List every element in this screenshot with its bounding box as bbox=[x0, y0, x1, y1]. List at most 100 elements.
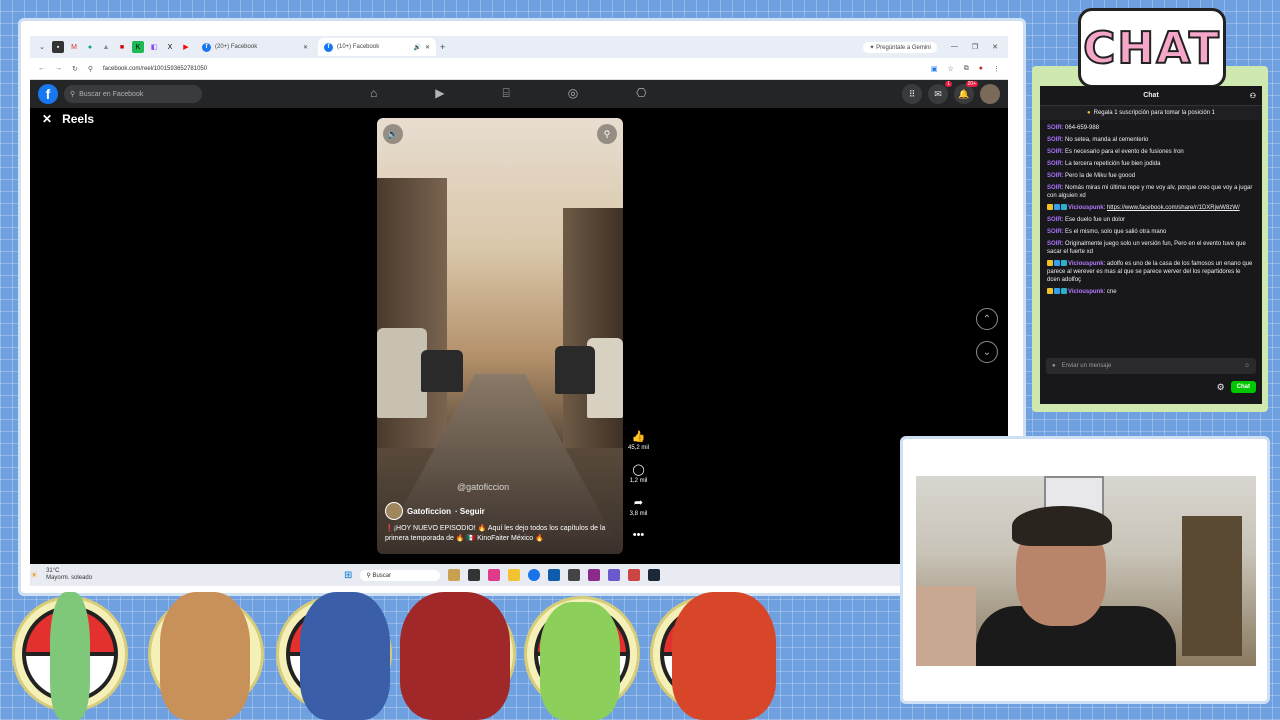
chat-username[interactable]: SOIR bbox=[1047, 161, 1062, 167]
home-icon[interactable]: ⌂ bbox=[370, 86, 377, 101]
url-field[interactable]: facebook.com/reel/1001593652781050 bbox=[103, 66, 921, 72]
chat-username[interactable]: SOIR bbox=[1047, 241, 1062, 247]
menu-grid-icon[interactable]: ⠿ bbox=[902, 84, 922, 104]
manage-users-icon[interactable]: ⚇ bbox=[1250, 92, 1256, 100]
share-button[interactable]: ➦ 3,8 mil bbox=[630, 496, 648, 517]
mute-icon[interactable]: 🔈 bbox=[383, 124, 403, 144]
taskbar-app-icon[interactable] bbox=[628, 569, 641, 581]
close-window-icon[interactable]: ✕ bbox=[992, 43, 998, 51]
pinned-tab-icon[interactable]: K bbox=[132, 41, 144, 53]
tab-list-icon[interactable]: ⌄ bbox=[36, 41, 48, 53]
chat-username[interactable]: Viciouspunk bbox=[1068, 289, 1104, 295]
close-tab-icon[interactable]: ✕ bbox=[303, 44, 308, 51]
share-icon: ➦ bbox=[633, 497, 644, 509]
tab-facebook-1[interactable]: f (20+) Facebook ✕ bbox=[196, 38, 314, 56]
sub-gift-banner[interactable]: ● Regala 1 suscripción para tomar la pos… bbox=[1040, 106, 1262, 120]
cast-icon[interactable]: ▣ bbox=[931, 65, 938, 73]
profile-avatar[interactable]: ● bbox=[979, 65, 983, 72]
taskbar-app-icon[interactable] bbox=[488, 569, 501, 581]
zoroark-figure bbox=[400, 592, 510, 720]
groups-icon[interactable]: ◎ bbox=[568, 86, 578, 101]
close-icon[interactable]: ✕ bbox=[42, 112, 52, 126]
previous-reel-button[interactable]: ⌃ bbox=[976, 308, 998, 330]
crown-icon: ● bbox=[1086, 110, 1091, 116]
chat-username[interactable]: SOIR bbox=[1047, 173, 1062, 179]
reel-video[interactable]: 🔈 ⚲ @gatoficcion Gatoficcion · Seguir ❗¡… bbox=[377, 118, 623, 554]
settings-icon[interactable]: ⚙ bbox=[1217, 382, 1225, 393]
youtube-icon[interactable]: ▶ bbox=[180, 41, 192, 53]
minimize-icon[interactable]: — bbox=[951, 43, 958, 51]
back-icon[interactable]: ← bbox=[38, 65, 45, 72]
twitch-icon[interactable]: ◧ bbox=[148, 41, 160, 53]
new-tab-button[interactable]: + bbox=[440, 42, 445, 52]
emote-picker-icon[interactable]: ☺ bbox=[1244, 363, 1250, 369]
search-icon[interactable]: ⚲ bbox=[597, 124, 617, 144]
reel-author: Gatoficcion · Seguir bbox=[385, 502, 485, 520]
marketplace-icon[interactable]: ⌸ bbox=[502, 86, 509, 101]
address-bar: ← → ↻ ⚲ facebook.com/reel/10015936527810… bbox=[30, 58, 1008, 80]
gemini-button[interactable]: ✦ Pregúntale a Gemini bbox=[863, 41, 937, 53]
video-car bbox=[377, 328, 427, 418]
facebook-logo[interactable]: f bbox=[38, 84, 58, 104]
follow-button[interactable]: · Seguir bbox=[455, 507, 485, 516]
more-options-button[interactable]: ••• bbox=[633, 529, 645, 541]
reel-caption: ❗¡HOY NUEVO EPISODIO! 🔥 Aquí les dejo to… bbox=[385, 525, 606, 542]
author-name[interactable]: Gatoficcion bbox=[407, 507, 451, 516]
chat-username[interactable]: Viciouspunk bbox=[1068, 205, 1104, 211]
bookmark-star-icon[interactable]: ☆ bbox=[947, 65, 953, 73]
tab-facebook-2[interactable]: f (10+) Facebook 🔊 ✕ bbox=[318, 38, 436, 56]
send-chat-button[interactable]: Chat bbox=[1230, 381, 1256, 393]
taskbar-search[interactable]: ⚲ Buscar bbox=[360, 569, 441, 581]
chrome-icon[interactable] bbox=[528, 569, 541, 581]
extensions-icon[interactable]: ⧉ bbox=[964, 65, 969, 73]
close-tab-icon[interactable]: ✕ bbox=[425, 44, 430, 51]
comment-button[interactable]: ◯ 1,2 mil bbox=[630, 463, 648, 484]
taskbar-app-icon[interactable] bbox=[548, 569, 561, 581]
next-reel-button[interactable]: ⌄ bbox=[976, 341, 998, 363]
chat-link[interactable]: https://www.facebook.com/share/r/1DXRjwW… bbox=[1107, 205, 1240, 211]
gemini-label: Pregúntale a Gemini bbox=[876, 44, 931, 51]
taskbar-app-icon[interactable] bbox=[568, 569, 581, 581]
chat-username[interactable]: SOIR bbox=[1047, 149, 1062, 155]
menu-icon[interactable]: ⋮ bbox=[993, 65, 1000, 73]
taskbar-app-icon[interactable] bbox=[448, 569, 461, 581]
maximize-icon[interactable]: ❐ bbox=[972, 43, 978, 51]
chat-username[interactable]: SOIR bbox=[1047, 125, 1062, 131]
avatar[interactable] bbox=[385, 502, 403, 520]
gmail-icon[interactable]: M bbox=[68, 41, 80, 53]
comment-count: 1,2 mil bbox=[629, 478, 648, 484]
steam-icon[interactable] bbox=[648, 569, 661, 581]
facebook-icon: f bbox=[324, 42, 333, 52]
forward-icon[interactable]: → bbox=[55, 65, 62, 72]
pinned-tab-icon[interactable]: ▪ bbox=[52, 41, 64, 53]
x-icon[interactable]: X bbox=[164, 41, 176, 53]
weather-widget[interactable]: 31°C Mayorm. soleado bbox=[46, 568, 92, 582]
pinned-tab-icon[interactable]: ▲ bbox=[100, 41, 112, 53]
emote-icon[interactable]: ● bbox=[1052, 363, 1056, 369]
chat-username[interactable]: SOIR bbox=[1047, 217, 1062, 223]
chat-input[interactable]: ● Enviar un mensaje ☺ bbox=[1046, 358, 1256, 374]
video-icon[interactable]: ▶ bbox=[435, 86, 444, 101]
pinned-tab-icon[interactable]: ■ bbox=[116, 41, 128, 53]
chat-username[interactable]: SOIR bbox=[1047, 137, 1062, 143]
profile-avatar[interactable] bbox=[980, 84, 1000, 104]
chat-username[interactable]: Viciouspunk bbox=[1068, 261, 1104, 267]
gaming-icon[interactable]: ⎔ bbox=[636, 86, 646, 101]
file-explorer-icon[interactable] bbox=[508, 569, 521, 581]
reload-icon[interactable]: ↻ bbox=[72, 65, 78, 73]
pinned-tab-icon[interactable]: ● bbox=[84, 41, 96, 53]
facebook-search[interactable]: ⚲ Buscar en Facebook bbox=[64, 85, 202, 103]
more-icon: ••• bbox=[632, 529, 645, 541]
site-info-icon[interactable]: ⚲ bbox=[88, 65, 93, 73]
taskbar-app-icon[interactable] bbox=[608, 569, 621, 581]
chat-username[interactable]: SOIR bbox=[1047, 185, 1062, 191]
like-button[interactable]: 👍 45,2 mil bbox=[628, 430, 649, 451]
start-icon[interactable]: ⊞ bbox=[344, 570, 352, 581]
taskbar-app-icon[interactable] bbox=[588, 569, 601, 581]
audio-icon[interactable]: 🔊 bbox=[413, 44, 420, 51]
comment-icon: ◯ bbox=[632, 464, 645, 476]
notifications-icon[interactable]: 🔔 20+ bbox=[954, 81, 978, 104]
taskbar-app-icon[interactable] bbox=[468, 569, 481, 581]
chat-username[interactable]: SOIR bbox=[1047, 229, 1062, 235]
messenger-icon[interactable]: ✉ 1 bbox=[928, 81, 952, 104]
